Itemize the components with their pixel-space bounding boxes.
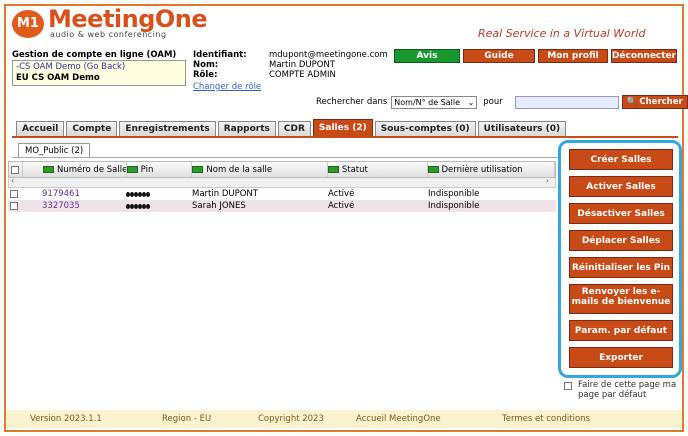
row-checkbox[interactable] [10,190,18,198]
row-checkbox[interactable] [10,202,18,210]
column-icon [327,166,339,173]
id-label: Identifiant: [193,50,247,60]
meetingone-logo-icon: M1 [12,9,44,38]
tab-rapports[interactable]: Rapports [217,121,276,136]
room-last-use: Indisponible [428,189,480,199]
room-name: Sarah JONES [192,201,246,211]
col-header-name-label: Nom de la salle [206,164,273,175]
tagline: Real Service in a Virtual World [478,27,646,40]
current-account: EU CS OAM Demo [16,73,100,83]
tab-utilisateurs[interactable]: Utilisateurs (0) [477,121,567,136]
table-row[interactable]: 9179461 Martin DUPONT Activé Indisponibl… [8,188,556,200]
resend-welcome-emails-button[interactable]: Renvoyer les e-mails de bienvenue [569,284,673,314]
tab-compte[interactable]: Compte [66,121,118,136]
chevron-down-icon: ⌄ [467,97,475,107]
default-page-checkbox[interactable] [564,382,572,390]
search-button[interactable]: 🔍 Chercher [621,95,688,109]
reset-pins-button[interactable]: Réinitialiser les Pin [569,257,673,278]
change-role-link[interactable]: Changer de rôle [193,82,388,92]
footer-terms-link[interactable]: Termes et conditions [502,414,590,424]
column-icon [427,166,439,173]
masked-pin [126,203,150,209]
search-icon: 🔍 [626,97,638,107]
room-last-use: Indisponible [428,201,480,211]
scroll-right-icon[interactable]: › [546,176,549,185]
default-page-label: Faire de cette page ma page par défaut [578,380,677,400]
top-buttons: Avis Guide Mon profil Déconnecter [394,49,677,63]
go-back-link[interactable]: -CS OAM Demo (Go Back) [16,62,182,73]
oam-panel: Gestion de compte en ligne (OAM) -CS OAM… [12,50,186,86]
oam-account-box: -CS OAM Demo (Go Back) EU CS OAM Demo [12,60,186,86]
search-for-label: pour [483,97,503,107]
search-bar: Rechercher dans Nom/N° de Salle ⌄ pour 🔍… [316,95,688,109]
col-header-number[interactable]: Numéro de Salle [23,162,127,177]
deactivate-rooms-button[interactable]: Désactiver Salles [569,203,673,224]
column-icon [126,166,138,173]
tab-accueil[interactable]: Accueil [16,121,65,136]
activate-rooms-button[interactable]: Activer Salles [569,176,673,197]
room-number-link[interactable]: 9179461 [42,189,80,199]
column-icon [192,166,204,173]
search-select-value: Nom/N° de Salle [394,97,461,107]
guide-button[interactable]: Guide [463,49,535,63]
move-rooms-button[interactable]: Déplacer Salles [569,230,673,251]
default-page-option[interactable]: Faire de cette page ma page par défaut [564,380,682,400]
tab-underline [12,136,678,138]
room-name: Martin DUPONT [192,189,258,199]
scroll-left-icon[interactable]: ‹ [11,176,14,185]
col-header-pin[interactable]: Pin [126,162,193,177]
footer-region: Region - EU [162,414,212,424]
col-header-number-label: Numéro de Salle [56,164,127,175]
rooms-table: Numéro de Salle Pin Nom de la salle Stat… [8,161,556,212]
col-header-name[interactable]: Nom de la salle [192,162,328,177]
footer-version: Version 2023.1.1 [30,414,102,424]
masked-pin [126,191,150,197]
room-status: Activé [328,189,355,199]
column-icon [42,166,54,173]
brand-name: MeetingOne [48,5,208,33]
horizontal-scrollbar[interactable]: ‹ › [8,176,556,188]
logo[interactable]: M1 MeetingOne audio & web conferencing [12,5,208,39]
col-header-last-use[interactable]: Dernière utilisation [427,162,556,177]
col-header-status-label: Statut [341,164,368,175]
role-label: Rôle: [193,70,218,80]
avis-button[interactable]: Avis [394,49,460,63]
id-value: mdupont@meetingone.com [269,50,388,60]
search-field-select[interactable]: Nom/N° de Salle ⌄ [391,95,478,109]
search-in-label: Rechercher dans [316,97,388,107]
name-label: Nom: [193,60,219,70]
oam-title: Gestion de compte en ligne (OAM) [12,50,177,60]
main-tabs: Accueil Compte Enregistrements Rapports … [16,119,568,136]
profile-button[interactable]: Mon profil [538,49,608,63]
room-actions-panel: Créer Salles Activer Salles Désactiver S… [558,140,682,378]
col-header-pin-label: Pin [140,164,154,175]
subtab-mo-public[interactable]: MO_Public (2) [18,143,91,158]
logout-button[interactable]: Déconnecter [611,49,677,63]
search-button-label: Chercher [639,97,683,107]
tab-cdr[interactable]: CDR [277,121,311,136]
name-value: Martin DUPONT [269,60,335,70]
room-number-link[interactable]: 3327035 [42,201,80,211]
table-header: Numéro de Salle Pin Nom de la salle Stat… [8,161,556,178]
room-status: Activé [328,201,355,211]
create-rooms-button[interactable]: Créer Salles [569,149,673,170]
search-input[interactable] [514,95,619,109]
table-row[interactable]: 3327035 Sarah JONES Activé Indisponible [8,200,556,212]
role-value: COMPTE ADMIN [269,70,336,80]
footer: Version 2023.1.1 Region - EU Copyright 2… [6,410,682,428]
col-header-last-use-label: Dernière utilisation [441,164,523,175]
footer-copyright: Copyright 2023 [258,414,324,424]
select-all-checkbox[interactable] [11,165,19,174]
export-button[interactable]: Exporter [569,347,673,368]
footer-home-link[interactable]: Accueil MeetingOne [356,414,441,424]
tab-enregistrements[interactable]: Enregistrements [119,121,216,136]
subtab-line [12,157,560,158]
default-settings-button[interactable]: Param. par défaut [569,320,673,341]
tab-sous-comptes[interactable]: Sous-comptes (0) [374,121,476,136]
user-info: Identifiant: mdupont@meetingone.com Nom: M… [193,50,388,92]
col-header-status[interactable]: Statut [327,162,428,177]
tab-salles[interactable]: Salles (2) [312,119,373,136]
